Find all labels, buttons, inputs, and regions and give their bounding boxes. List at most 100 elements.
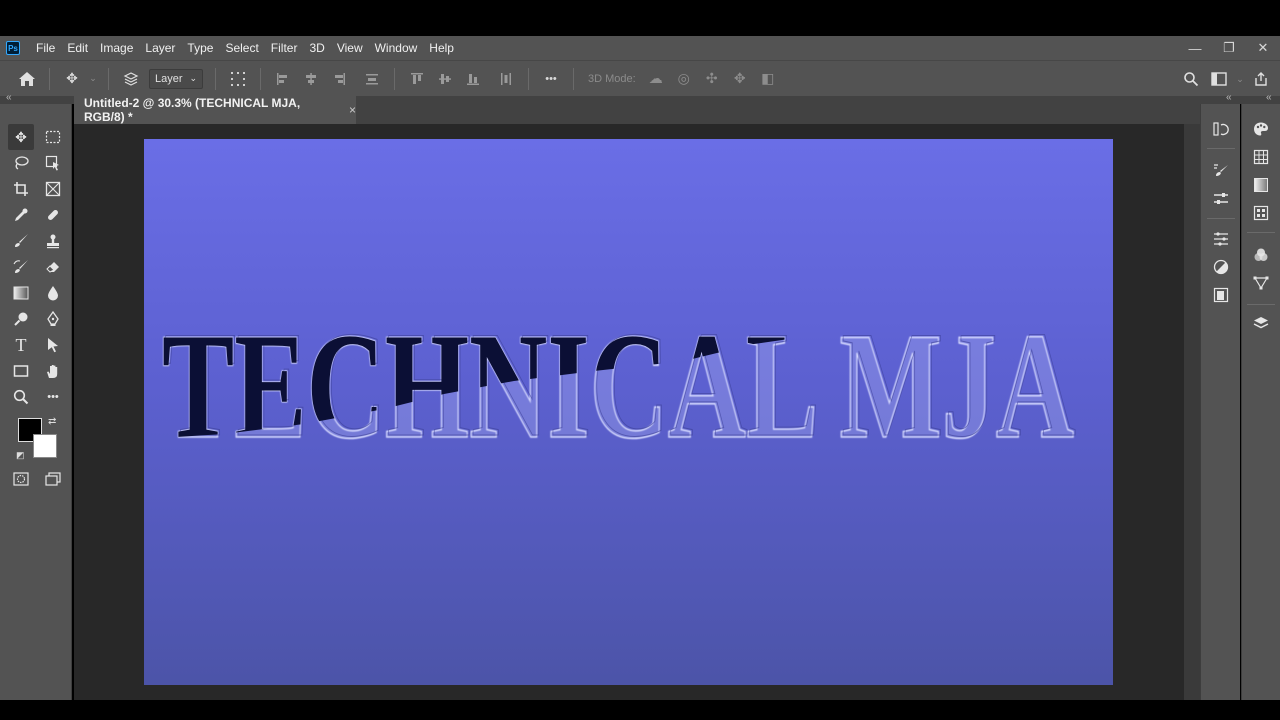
menu-edit[interactable]: Edit — [61, 36, 94, 60]
search-icon[interactable] — [1178, 66, 1204, 92]
letterbox-bottom — [0, 700, 1280, 720]
background-color-swatch[interactable] — [33, 434, 57, 458]
menu-image[interactable]: Image — [94, 36, 139, 60]
more-tools-icon[interactable]: ••• — [40, 384, 66, 410]
clone-stamp-tool-icon[interactable] — [40, 228, 66, 254]
blur-tool-icon[interactable] — [40, 280, 66, 306]
path-selection-tool-icon[interactable] — [40, 332, 66, 358]
menu-help[interactable]: Help — [423, 36, 460, 60]
separator — [260, 67, 261, 90]
align-right-icon[interactable] — [326, 66, 352, 92]
3d-slide-icon[interactable]: ✥ — [727, 66, 753, 92]
gradient-tool-icon[interactable] — [8, 280, 34, 306]
menu-type[interactable]: Type — [181, 36, 219, 60]
home-icon[interactable] — [14, 66, 40, 92]
eyedropper-tool-icon[interactable] — [8, 202, 34, 228]
separator — [1247, 304, 1275, 305]
workspace-scrollbar[interactable] — [1184, 124, 1200, 700]
menu-layer[interactable]: Layer — [139, 36, 181, 60]
adjustments-panel-icon[interactable] — [1208, 254, 1234, 280]
align-top-icon[interactable] — [404, 66, 430, 92]
history-brush-tool-icon[interactable] — [8, 254, 34, 280]
move-tool-icon[interactable]: ✥ — [8, 124, 34, 150]
menu-window[interactable]: Window — [369, 36, 424, 60]
menu-select[interactable]: Select — [219, 36, 264, 60]
collapse-right-icon[interactable]: « — [1226, 92, 1232, 103]
swatches-panel-icon[interactable] — [1248, 144, 1274, 170]
align-middle-icon[interactable] — [432, 66, 458, 92]
history-panel-icon[interactable] — [1208, 116, 1234, 142]
chevron-down-icon[interactable]: ⌄ — [1234, 66, 1246, 92]
rectangle-tool-icon[interactable] — [8, 358, 34, 384]
menu-view[interactable]: View — [331, 36, 369, 60]
dodge-tool-icon[interactable] — [8, 306, 34, 332]
close-icon[interactable]: × — [349, 103, 356, 117]
document-canvas[interactable]: TECHNICAL MJA TECHNICAL MJA TECHNICAL MJ… — [144, 139, 1113, 685]
collapse-right-icon[interactable]: « — [1266, 92, 1272, 103]
channels-panel-icon[interactable] — [1248, 242, 1274, 268]
eraser-tool-icon[interactable] — [40, 254, 66, 280]
auto-select-layers-icon[interactable] — [118, 66, 144, 92]
document-tab-title: Untitled-2 @ 30.3% (TECHNICAL MJA, RGB/8… — [84, 96, 301, 124]
options-bar: ✥ ⌄ Layer ⌄ ••• 3D Mode: ☁ ◎ ✣ ✥ ◧ ⌄ — [0, 60, 1280, 96]
brush-settings-icon[interactable] — [1208, 158, 1234, 184]
3d-orbit-icon[interactable]: ☁ — [643, 66, 669, 92]
color-panel-icon[interactable] — [1248, 116, 1274, 142]
patterns-panel-icon[interactable] — [1248, 200, 1274, 226]
adjust-sliders-icon[interactable] — [1208, 186, 1234, 212]
brush-tool-icon[interactable] — [8, 228, 34, 254]
chevron-down-icon[interactable]: ⌄ — [87, 66, 99, 92]
separator — [108, 67, 109, 90]
more-options-icon[interactable]: ••• — [538, 66, 564, 92]
distribute-icon[interactable] — [359, 66, 385, 92]
separator — [215, 67, 216, 90]
frame-tool-icon[interactable] — [40, 176, 66, 202]
collapse-left-icon[interactable]: « — [6, 92, 12, 103]
3d-drag-icon[interactable]: ✣ — [699, 66, 725, 92]
document-tab-bar: Untitled-2 @ 30.3% (TECHNICAL MJA, RGB/8… — [74, 96, 1200, 124]
align-left-icon[interactable] — [270, 66, 296, 92]
panel-dock-icons — [1200, 104, 1240, 700]
properties-panel-icon[interactable] — [1208, 226, 1234, 252]
menu-bar: Ps File Edit Image Layer Type Select Fil… — [0, 36, 1280, 60]
pen-tool-icon[interactable] — [40, 306, 66, 332]
screen-mode-icon[interactable] — [40, 466, 66, 492]
zoom-tool-icon[interactable] — [8, 384, 34, 410]
paths-panel-icon[interactable] — [1248, 270, 1274, 296]
workspace-icon[interactable] — [1206, 66, 1232, 92]
align-bottom-icon[interactable] — [460, 66, 486, 92]
3d-mode-label: 3D Mode: — [588, 72, 636, 85]
menu-3d[interactable]: 3D — [303, 36, 330, 60]
document-tab[interactable]: Untitled-2 @ 30.3% (TECHNICAL MJA, RGB/8… — [74, 96, 356, 124]
object-selection-tool-icon[interactable] — [40, 150, 66, 176]
layers-panel-icon[interactable] — [1248, 310, 1274, 336]
libraries-panel-icon[interactable] — [1208, 282, 1234, 308]
default-colors-icon[interactable]: ◩ — [16, 450, 25, 461]
menu-filter[interactable]: Filter — [265, 36, 304, 60]
move-tool-preset-icon[interactable]: ✥ — [59, 66, 85, 92]
separator — [528, 67, 529, 90]
3d-scale-icon[interactable]: ◧ — [755, 66, 781, 92]
align-center-icon[interactable] — [298, 66, 324, 92]
3d-roll-icon[interactable]: ◎ — [671, 66, 697, 92]
quick-mask-icon[interactable] — [8, 466, 34, 492]
swap-colors-icon[interactable]: ⇄ — [48, 416, 56, 427]
auto-select-value: Layer — [155, 72, 183, 85]
spot-healing-brush-icon[interactable] — [40, 202, 66, 228]
menu-file[interactable]: File — [30, 36, 61, 60]
crop-tool-icon[interactable] — [8, 176, 34, 202]
gradients-panel-icon[interactable] — [1248, 172, 1274, 198]
marquee-tool-icon[interactable] — [40, 124, 66, 150]
window-controls: — ❐ ✕ — [1178, 36, 1280, 60]
lasso-tool-icon[interactable] — [8, 150, 34, 176]
hand-tool-icon[interactable] — [40, 358, 66, 384]
close-window-button[interactable]: ✕ — [1246, 36, 1280, 60]
transform-controls-icon[interactable] — [225, 66, 251, 92]
share-icon[interactable] — [1248, 66, 1274, 92]
type-tool-icon[interactable]: T — [8, 332, 34, 358]
minimize-button[interactable]: — — [1178, 36, 1212, 60]
distribute-vertical-icon[interactable] — [493, 66, 519, 92]
auto-select-dropdown[interactable]: Layer ⌄ — [149, 68, 203, 89]
letterbox-top — [0, 0, 1280, 36]
restore-button[interactable]: ❐ — [1212, 36, 1246, 60]
